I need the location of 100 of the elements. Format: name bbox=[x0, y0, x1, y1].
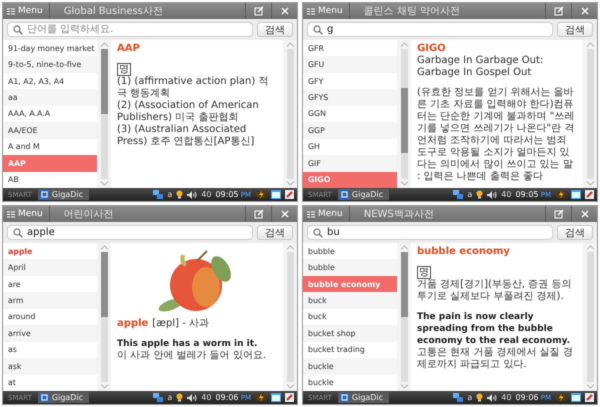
definition-text: (3) (Australian Associated Press) 호주 연합통신[AP통신] bbox=[117, 124, 256, 148]
definition-text: Garbage In Garbage Out: Garbage In Gospel Out bbox=[417, 55, 544, 79]
list-scrollbar[interactable] bbox=[397, 243, 411, 391]
headword: GIGO bbox=[417, 42, 447, 55]
bulb-icon[interactable] bbox=[476, 393, 484, 402]
scroll-thumb[interactable] bbox=[400, 88, 408, 153]
search-field[interactable]: bu bbox=[307, 225, 553, 240]
close-icon bbox=[580, 210, 588, 218]
app-icon bbox=[340, 393, 349, 402]
search-field[interactable]: 단어를 입력하세요. bbox=[7, 22, 253, 37]
menu-icon bbox=[7, 8, 15, 14]
network-icon[interactable] bbox=[153, 393, 164, 402]
content-scrollbar[interactable] bbox=[283, 40, 297, 188]
input-mode-indicator[interactable]: a bbox=[167, 190, 172, 199]
speaker-icon[interactable] bbox=[187, 190, 198, 198]
bulb-icon[interactable] bbox=[176, 190, 184, 199]
search-icon bbox=[313, 228, 323, 238]
scroll-up-icon[interactable] bbox=[100, 42, 108, 47]
lightning-icon[interactable] bbox=[255, 190, 267, 199]
search-icon bbox=[13, 228, 23, 238]
window-icon[interactable] bbox=[271, 393, 281, 402]
close-icon bbox=[280, 7, 288, 15]
window-title: 콜린스 채팅 약어사전 bbox=[362, 5, 462, 18]
input-mode-indicator[interactable]: a bbox=[467, 393, 472, 402]
volume-level: 40 bbox=[501, 393, 512, 402]
network-icon[interactable] bbox=[153, 190, 164, 199]
app-icon bbox=[40, 393, 49, 402]
menu-icon bbox=[7, 210, 15, 218]
volume-level: 40 bbox=[501, 190, 512, 199]
network-icon[interactable] bbox=[453, 190, 464, 199]
speaker-icon[interactable] bbox=[487, 190, 498, 198]
scroll-up-icon[interactable] bbox=[286, 42, 294, 47]
scroll-up-icon[interactable] bbox=[286, 245, 294, 250]
speaker-icon[interactable] bbox=[487, 394, 498, 402]
scroll-up-icon[interactable] bbox=[400, 42, 408, 47]
scroll-down-icon[interactable] bbox=[400, 384, 408, 389]
definition-text: (1) (affirmative action plan) 적극 행동계획 bbox=[117, 76, 270, 100]
network-icon[interactable] bbox=[453, 393, 464, 402]
content-scrollbar[interactable] bbox=[583, 40, 597, 188]
edit-icon bbox=[554, 209, 564, 219]
scroll-thumb[interactable] bbox=[400, 252, 408, 317]
scroll-down-icon[interactable] bbox=[586, 181, 594, 186]
scroll-down-icon[interactable] bbox=[586, 384, 594, 389]
search-icon bbox=[313, 24, 323, 34]
lightning-icon[interactable] bbox=[555, 393, 567, 402]
pen-icon[interactable] bbox=[585, 393, 594, 402]
scroll-thumb[interactable] bbox=[100, 252, 108, 317]
scroll-up-icon[interactable] bbox=[100, 245, 108, 250]
app-taskbar-button[interactable]: GigaDic bbox=[338, 189, 390, 200]
close-icon bbox=[280, 210, 288, 218]
scroll-down-icon[interactable] bbox=[400, 181, 408, 186]
window-title: NEWS백과사전 bbox=[362, 208, 435, 221]
search-field[interactable]: g bbox=[307, 22, 553, 37]
app-icon bbox=[340, 190, 349, 199]
input-mode-indicator[interactable]: a bbox=[467, 190, 472, 199]
pen-icon[interactable] bbox=[585, 190, 594, 199]
scroll-down-icon[interactable] bbox=[100, 181, 108, 186]
pen-icon[interactable] bbox=[285, 393, 294, 402]
content-scrollbar[interactable] bbox=[283, 243, 297, 391]
definition-text: (유효한 정보를 얻기 위해서는 올바른 기초 자료를 입력해야 한다)컴퓨터는 단순한 기계에 불과하며 "쓰레기를 넣으면 쓰레기가 나온다"란 격언처럼 조작하기에 따라서는 범죄 도구로 악용될 소지가 얼마든지 있다는 의미에서 많이 쓰이고 있는 말 : 입력은 나쁜데 출력은 좋다 bbox=[417, 87, 576, 183]
search-field[interactable]: apple bbox=[7, 225, 253, 240]
app-taskbar-button[interactable]: GigaDic bbox=[338, 392, 390, 403]
definition-text: 이 사과 안에 벌레가 들어 있어요. bbox=[117, 350, 268, 362]
headword: bubble economy bbox=[417, 245, 511, 258]
scroll-down-icon[interactable] bbox=[286, 384, 294, 389]
part-of-speech-tag: 명 bbox=[417, 266, 431, 279]
close-icon bbox=[580, 7, 588, 15]
scroll-up-icon[interactable] bbox=[400, 245, 408, 250]
lightning-icon[interactable] bbox=[255, 393, 267, 402]
input-mode-indicator[interactable]: a bbox=[167, 393, 172, 402]
app-taskbar-button[interactable]: GigaDic bbox=[38, 392, 90, 403]
list-scrollbar[interactable] bbox=[97, 40, 111, 188]
menu-icon bbox=[307, 8, 315, 14]
search-button[interactable]: 검색 bbox=[557, 22, 593, 37]
edit-icon bbox=[554, 6, 564, 16]
definition-text: 고통은 현재 거품 경제에서 실질 경제로까지 파급되고 있다. bbox=[417, 347, 574, 371]
bulb-icon[interactable] bbox=[476, 190, 484, 199]
window-title: 어린이사전 bbox=[62, 208, 115, 221]
list-scrollbar[interactable] bbox=[397, 40, 411, 188]
lightning-icon[interactable] bbox=[555, 190, 567, 199]
search-button[interactable]: 검색 bbox=[257, 225, 293, 240]
list-scrollbar[interactable] bbox=[97, 243, 111, 391]
scroll-down-icon[interactable] bbox=[286, 181, 294, 186]
bulb-icon[interactable] bbox=[176, 393, 184, 402]
window-icon[interactable] bbox=[571, 190, 581, 199]
window-icon[interactable] bbox=[571, 393, 581, 402]
scroll-thumb[interactable] bbox=[100, 49, 108, 114]
search-icon bbox=[13, 24, 23, 34]
content-scrollbar[interactable] bbox=[583, 243, 597, 391]
app-taskbar-button[interactable]: GigaDic bbox=[38, 189, 90, 200]
search-button[interactable]: 검색 bbox=[257, 22, 293, 37]
speaker-icon[interactable] bbox=[187, 394, 198, 402]
edit-icon bbox=[254, 6, 264, 16]
scroll-down-icon[interactable] bbox=[100, 384, 108, 389]
scroll-up-icon[interactable] bbox=[586, 42, 594, 47]
window-icon[interactable] bbox=[271, 190, 281, 199]
scroll-up-icon[interactable] bbox=[586, 245, 594, 250]
definition-text: (2) (Association of American Publishers) 미국 출판협회 bbox=[117, 100, 260, 124]
search-button[interactable]: 검색 bbox=[557, 225, 593, 240]
pen-icon[interactable] bbox=[285, 190, 294, 199]
